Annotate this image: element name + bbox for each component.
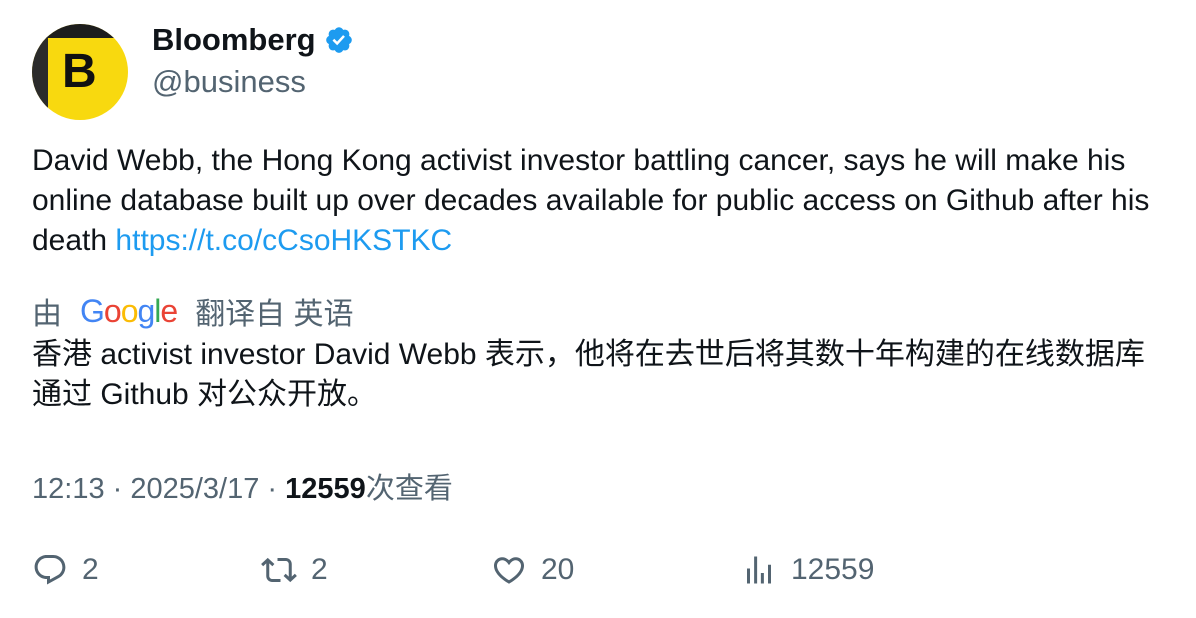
- reply-button[interactable]: 2: [32, 552, 99, 588]
- translated-text: 香港 activist investor David Webb 表示，他将在去世…: [32, 338, 1145, 411]
- retweet-button[interactable]: 2: [261, 552, 328, 588]
- translation-suffix: 翻译自 英语: [195, 298, 354, 331]
- retweet-count: 2: [311, 553, 328, 586]
- verified-badge-icon: [325, 27, 352, 53]
- tweet-time[interactable]: 12:13: [32, 473, 105, 505]
- views-count: 12559: [285, 473, 366, 505]
- heart-icon: [493, 557, 525, 584]
- views-label: 次查看: [365, 473, 453, 505]
- avatar-side-shade: [32, 24, 48, 120]
- tweet-date[interactable]: 2025/3/17: [130, 473, 259, 505]
- like-button[interactable]: 20: [491, 552, 574, 588]
- translation-prefix: 由: [32, 298, 62, 331]
- tweet-meta: 12:13 · 2025/3/17 · 12559次查看: [32, 465, 453, 507]
- reply-count: 2: [82, 553, 99, 586]
- google-logo-icon: Google: [80, 292, 178, 329]
- reply-bubble-icon: [34, 555, 66, 585]
- account-name-row[interactable]: Bloomberg: [152, 22, 354, 58]
- views-action-count: 12559: [791, 553, 875, 586]
- account-name[interactable]: Bloomberg: [152, 22, 316, 58]
- avatar-letter: B: [62, 45, 97, 98]
- views-button[interactable]: 12559: [741, 552, 874, 588]
- avatar[interactable]: B: [32, 24, 128, 120]
- tweet-text: David Webb, the Hong Kong activist inves…: [32, 141, 1172, 261]
- meta-separator: ·: [104, 473, 131, 505]
- like-count: 20: [541, 553, 575, 586]
- bar-chart-icon: [747, 556, 771, 584]
- tweet-link[interactable]: https://t.co/cCsoHKSTKC: [115, 224, 452, 257]
- retweet-icon: [261, 557, 297, 583]
- translation-attribution: 由 Google 翻译自 英语: [32, 289, 354, 333]
- action-bar: 2 2 20 12559: [32, 552, 1172, 592]
- account-handle[interactable]: @business: [152, 64, 306, 100]
- meta-separator: ·: [259, 473, 286, 505]
